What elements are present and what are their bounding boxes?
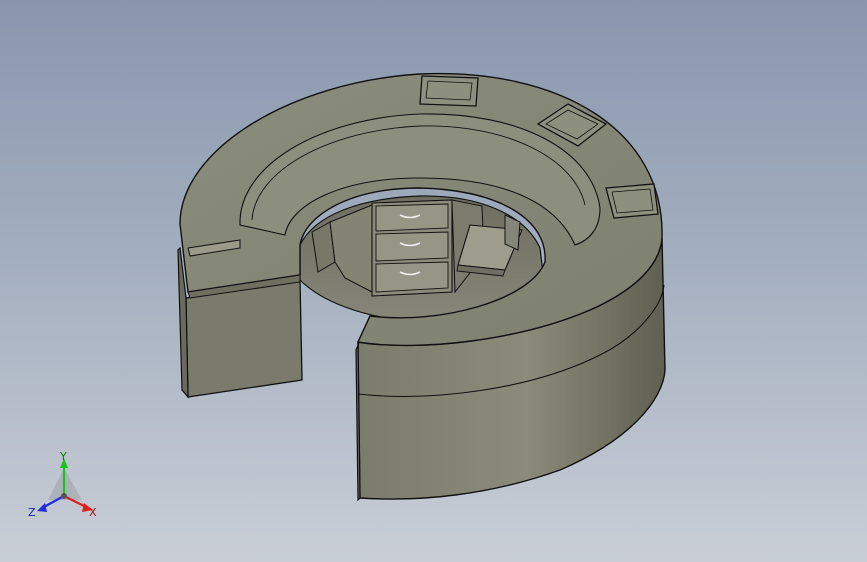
orientation-triad[interactable]: Y X Z bbox=[28, 450, 97, 519]
z-axis-label: Z bbox=[28, 506, 36, 519]
drawer-stack bbox=[371, 199, 453, 297]
3d-viewport[interactable]: Y X Z bbox=[0, 0, 867, 562]
top-plate-1 bbox=[419, 75, 479, 107]
z-axis-arrow-icon bbox=[37, 503, 47, 512]
y-axis-label: Y bbox=[59, 450, 67, 463]
triad-origin-icon bbox=[61, 493, 67, 499]
inner-right-post bbox=[504, 214, 521, 251]
reception-desk-model[interactable] bbox=[177, 72, 666, 502]
drawer-bottom[interactable] bbox=[375, 261, 449, 293]
x-axis-label: X bbox=[89, 506, 97, 519]
model-canvas[interactable]: Y X Z bbox=[0, 0, 867, 562]
drawer-middle[interactable] bbox=[375, 231, 449, 262]
left-end-front-face bbox=[185, 279, 303, 398]
